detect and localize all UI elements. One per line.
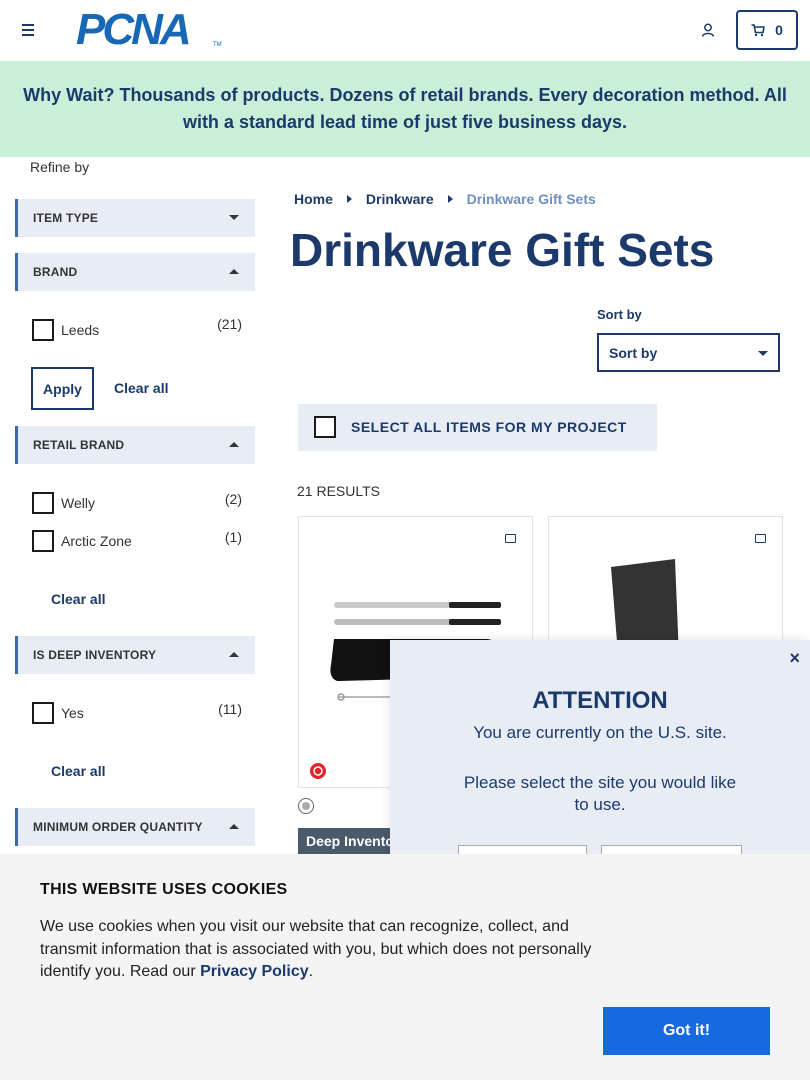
clear-all-retail-brand-link[interactable]: Clear all [51,591,105,607]
facet-deep-inventory[interactable]: IS DEEP INVENTORY [15,636,255,674]
color-swatch[interactable] [298,798,314,814]
sort-select[interactable]: Sort by [597,333,780,372]
modal-prompt: Please select the site you would like to… [463,773,737,814]
checkbox[interactable] [32,492,54,514]
chevron-down-icon [229,215,239,220]
sort-label: Sort by [597,307,642,322]
modal-title: ATTENTION [532,687,668,714]
page: PCNA TM 0 Why Wait? Thousands of product… [0,0,810,1080]
user-account-icon[interactable] [700,22,716,38]
sort-select-value: Sort by [609,344,658,361]
privacy-policy-link[interactable]: Privacy Policy [200,963,309,980]
option-count: (1) [224,529,242,545]
cart-button[interactable]: 0 [736,10,798,50]
facet-brand[interactable]: BRAND [15,253,255,291]
breadcrumb-current: Drinkware Gift Sets [466,191,596,207]
breadcrumb-arrow-icon [346,195,352,203]
deep-inventory-option-yes[interactable]: Yes (11) [32,701,242,724]
facet-label: RETAIL BRAND [33,438,125,452]
option-label: Yes [61,705,84,721]
cart-count: 0 [775,22,783,38]
cookie-banner: THIS WEBSITE USES COOKIES We use cookies… [0,854,810,1080]
breadcrumb-home[interactable]: Home [294,191,333,207]
add-to-project-icon[interactable] [755,534,766,543]
option-count: (11) [218,701,242,717]
logo-trademark: TM [213,42,222,48]
breadcrumb: Home Drinkware Drinkware Gift Sets [294,191,596,207]
breadcrumb-arrow-icon [447,195,453,203]
option-label: Leeds [61,322,100,338]
chevron-up-icon [229,269,239,274]
clear-all-brand-link[interactable]: Clear all [114,380,168,396]
facet-label: IS DEEP INVENTORY [33,648,157,662]
chevron-up-icon [229,652,239,657]
page-title: Drinkware Gift Sets [290,224,715,276]
breadcrumb-drinkware[interactable]: Drinkware [366,191,434,207]
accept-cookies-button[interactable]: Got it! [603,1007,770,1055]
facet-label: BRAND [33,265,78,279]
cart-icon [751,23,766,36]
option-count: (21) [217,316,242,332]
retail-brand-option-arctic-zone[interactable]: Arctic Zone (1) [32,529,242,552]
apply-button[interactable]: Apply [31,367,94,410]
close-icon[interactable]: × [789,648,800,669]
site-selection-modal: × ATTENTION You are currently on the U.S… [390,640,810,865]
option-count: (2) [224,491,242,507]
cookie-title: THIS WEBSITE USES COOKIES [40,881,288,898]
cookie-message: We use cookies when you visit our websit… [40,916,610,984]
add-to-project-icon[interactable] [505,534,516,543]
facet-retail-brand[interactable]: RETAIL BRAND [15,426,255,464]
refine-by-label: Refine by [30,159,90,175]
option-label: Welly [61,495,95,511]
chevron-up-icon [229,824,239,829]
results-count: 21 RESULTS [297,483,380,499]
select-all-items[interactable]: SELECT ALL ITEMS FOR MY PROJECT [298,404,657,451]
checkbox[interactable] [32,530,54,552]
promo-banner: Why Wait? Thousands of products. Dozens … [0,61,810,157]
clear-all-deep-inventory-link[interactable]: Clear all [51,763,105,779]
facet-label: ITEM TYPE [33,211,99,225]
option-label: Arctic Zone [61,533,132,549]
checkbox[interactable] [32,319,54,341]
menu-icon[interactable] [22,24,36,36]
cookie-message-end: . [308,963,314,980]
brand-badge-icon [310,763,326,779]
select-all-checkbox[interactable] [314,416,336,438]
chevron-down-icon [758,351,768,356]
facet-item-type[interactable]: ITEM TYPE [15,199,255,237]
chevron-up-icon [229,442,239,447]
retail-brand-option-welly[interactable]: Welly (2) [32,491,242,514]
pcna-logo[interactable]: PCNA [76,8,192,52]
select-all-label: SELECT ALL ITEMS FOR MY PROJECT [351,419,627,435]
facet-label: MINIMUM ORDER QUANTITY [33,820,203,834]
brand-option-leeds[interactable]: Leeds (21) [32,316,242,341]
facet-minimum-order-quantity[interactable]: MINIMUM ORDER QUANTITY [15,808,255,846]
cookie-message-text: We use cookies when you visit our websit… [40,918,592,980]
modal-message: You are currently on the U.S. site. [473,723,727,742]
site-header: PCNA TM 0 [0,0,810,61]
promo-banner-text: Why Wait? Thousands of products. Dozens … [23,85,787,132]
checkbox[interactable] [32,702,54,724]
